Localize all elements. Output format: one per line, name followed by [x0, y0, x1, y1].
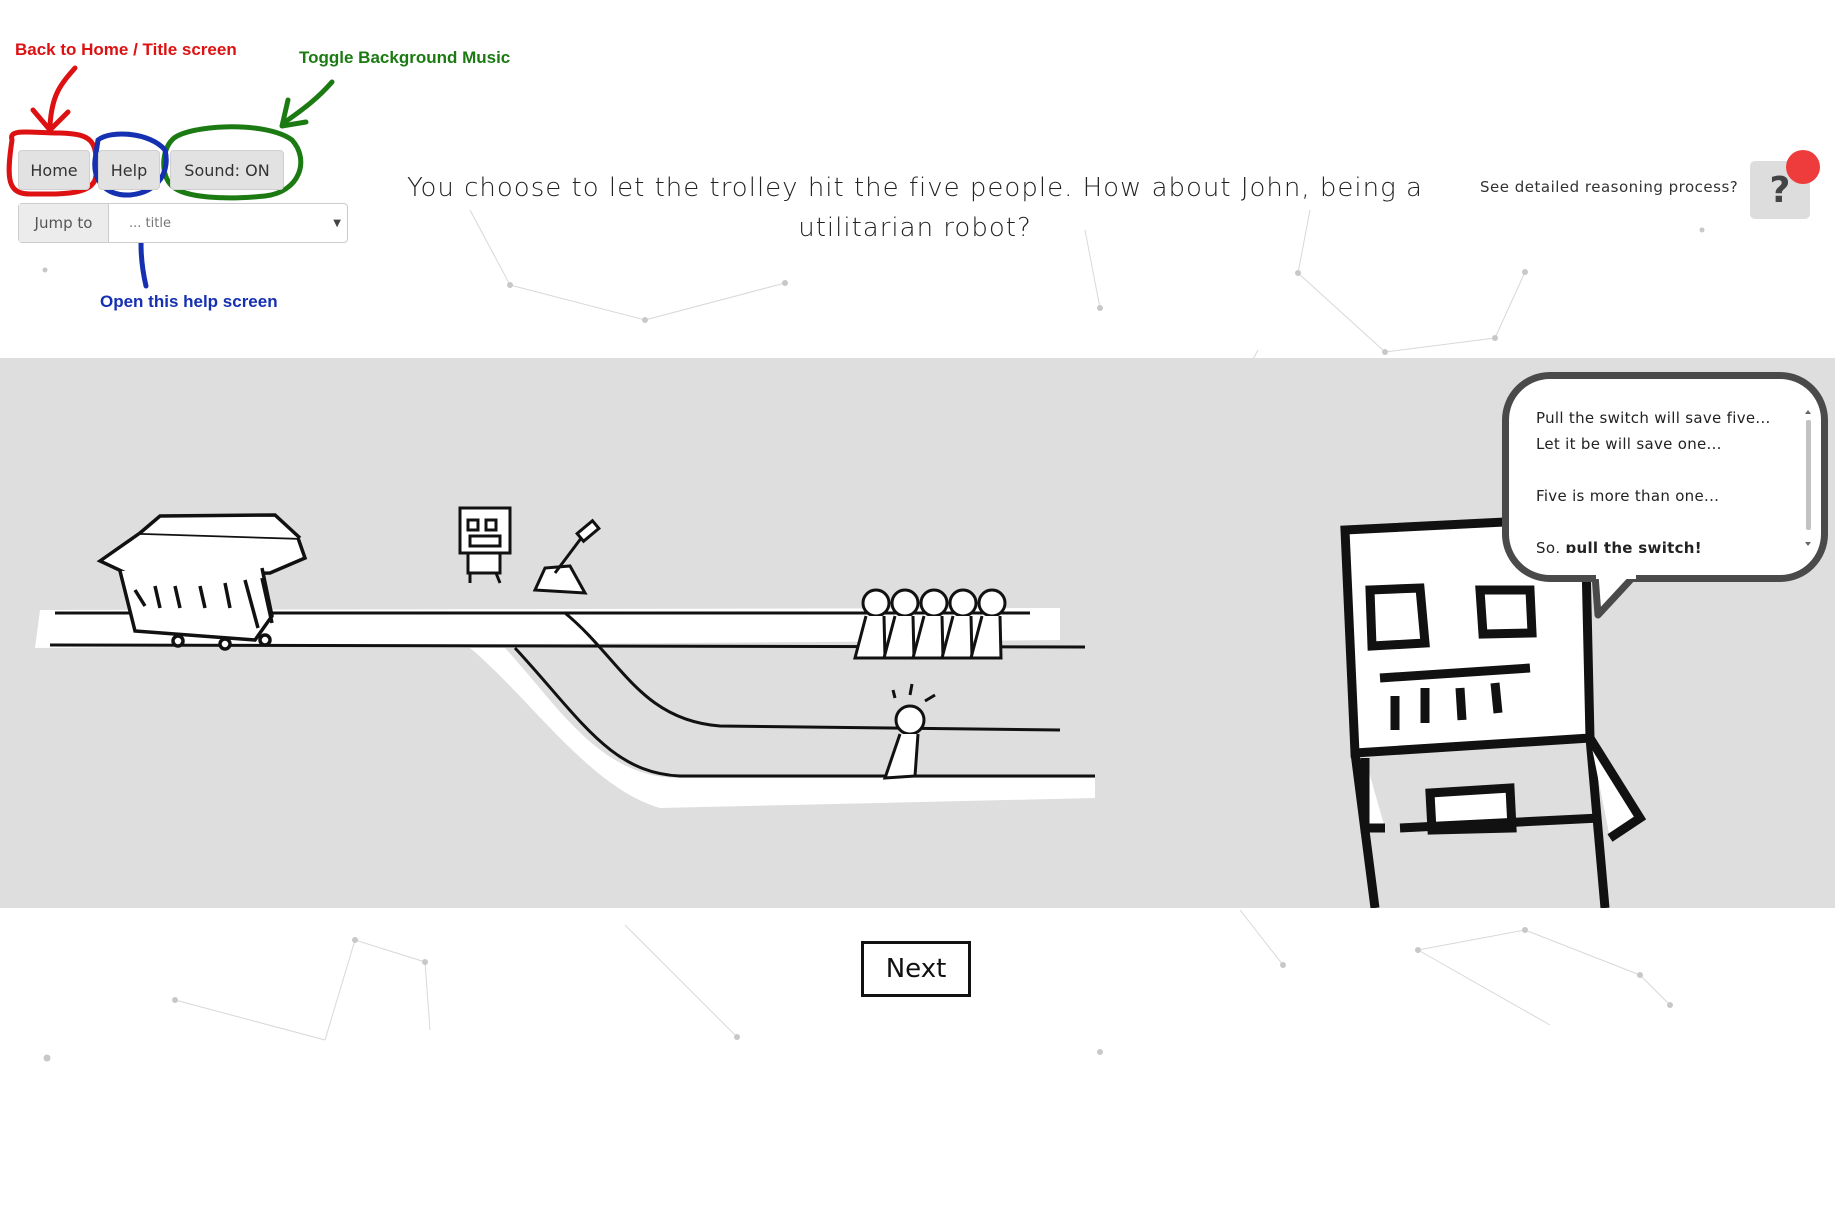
one-person-drawing [882, 683, 936, 780]
lever-drawing [532, 518, 601, 595]
jump-to-group: Jump to ... title ▼ [18, 203, 348, 243]
jump-to-select-wrapper[interactable]: ... title ▼ [109, 204, 347, 242]
help-annotation-text: Open this help screen [100, 292, 278, 311]
reasoning-process-link[interactable]: See detailed reasoning process? [1480, 178, 1738, 196]
jump-to-select[interactable]: ... title [109, 216, 347, 231]
small-robot-drawing [458, 506, 512, 584]
sound-toggle-button[interactable]: Sound: ON [170, 150, 284, 190]
next-button[interactable]: Next [861, 941, 971, 997]
bubble-line-2: Let it be will save one... [1536, 435, 1722, 453]
bubble-line-1: Pull the switch will save five... [1536, 409, 1771, 427]
speech-bubble-tail [1591, 575, 1638, 619]
bubble-scrollbar[interactable] [1803, 408, 1813, 548]
five-people-drawing [853, 588, 1007, 660]
music-annotation-text: Toggle Background Music [299, 48, 511, 67]
bubble-line-4-bold: pull the switch! [1565, 539, 1702, 553]
scenario-question: You choose to let the trolley hit the fi… [407, 173, 1423, 243]
bubble-line-4: So, pull the switch! [1536, 535, 1791, 553]
chevron-down-icon: ▼ [333, 217, 341, 229]
speech-bubble-text: Pull the switch will save five... Let it… [1536, 405, 1791, 553]
bubble-line-3: Five is more than one... [1536, 487, 1720, 505]
help-button[interactable]: Help [98, 150, 160, 190]
bubble-line-4-prefix: So, [1536, 539, 1566, 553]
home-annotation-text: Back to Home / Title screen [15, 40, 237, 59]
jump-to-label: Jump to [19, 204, 109, 242]
home-button[interactable]: Home [18, 150, 90, 190]
notification-dot [1786, 150, 1820, 184]
